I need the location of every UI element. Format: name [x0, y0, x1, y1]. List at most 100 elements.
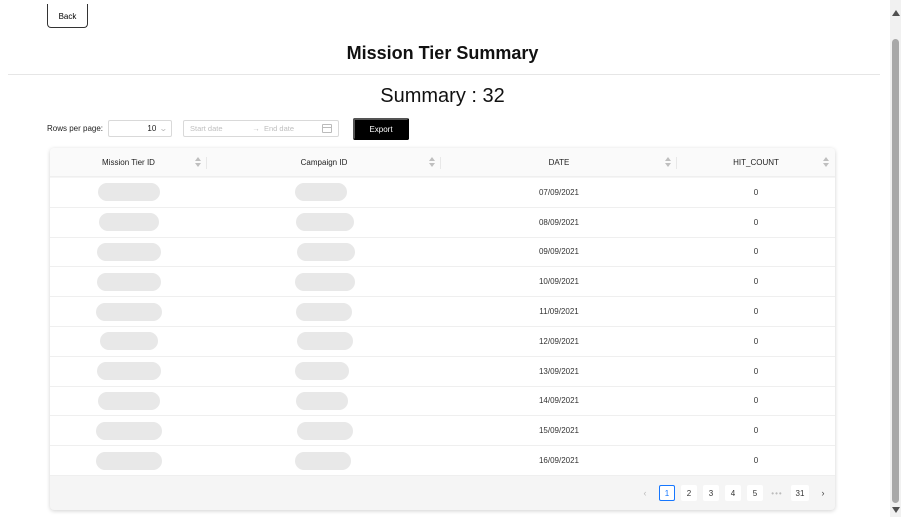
previous-page-button[interactable]: ‹	[637, 485, 653, 501]
table-row: 15/09/2021 0	[50, 416, 835, 447]
loading-placeholder	[295, 272, 355, 291]
loading-placeholder	[297, 332, 353, 351]
cell-campaign-id	[207, 267, 441, 296]
cell-campaign-id	[207, 357, 441, 386]
cell-hit-count: 0	[753, 217, 759, 227]
column-header-label: DATE	[548, 158, 570, 167]
cell-hit-count: 0	[753, 366, 759, 376]
column-header-date[interactable]: DATE	[441, 148, 677, 177]
start-date-input[interactable]: Start date	[190, 124, 248, 133]
column-header-label: Campaign ID	[300, 158, 348, 167]
pagination: ‹ 1 2 3 4 5 ••• 31 ›	[637, 485, 835, 501]
back-button[interactable]: Back	[47, 4, 88, 28]
loading-placeholder	[99, 332, 158, 351]
table-row: 13/09/2021 0	[50, 356, 835, 387]
title-divider	[8, 74, 880, 75]
page-button-5[interactable]: 5	[747, 485, 763, 501]
cell-hit-count: 0	[753, 336, 759, 346]
next-page-button[interactable]: ›	[815, 485, 831, 501]
table-row: 08/09/2021 0	[50, 207, 835, 238]
cell-hit-count: 0	[753, 396, 759, 406]
table-row: 07/09/2021 0	[50, 178, 835, 208]
cell-campaign-id	[207, 297, 441, 326]
cell-date: 13/09/2021	[538, 366, 580, 376]
column-header-campaign-id[interactable]: Campaign ID	[207, 148, 441, 177]
loading-placeholder	[295, 362, 349, 381]
cell-mission-tier-id	[50, 178, 207, 207]
cell-hit-count: 0	[753, 247, 759, 257]
cell-campaign-id	[207, 387, 441, 416]
summary-table: Mission Tier ID Campaign ID DATE HIT_COU…	[50, 148, 835, 510]
table-body: 07/09/2021 0 08/09/2021 0 09/09/2021 0 10/09/2…	[50, 178, 835, 476]
cell-date: 16/09/2021	[538, 456, 580, 466]
scrollbar-thumb[interactable]	[892, 39, 899, 503]
column-header-label: HIT_COUNT	[733, 158, 779, 167]
summary-count: Summary : 32	[380, 85, 505, 107]
table-row: 14/09/2021 0	[50, 386, 835, 417]
page-button-2[interactable]: 2	[681, 485, 697, 501]
loading-placeholder	[297, 421, 353, 440]
loading-placeholder	[296, 391, 348, 410]
cell-mission-tier-id	[50, 267, 207, 296]
end-date-input[interactable]: End date	[264, 124, 322, 133]
calendar-icon	[322, 124, 332, 133]
date-range-picker[interactable]: Start date → End date	[183, 120, 339, 137]
cell-hit-count: 0	[753, 426, 759, 436]
cell-mission-tier-id	[50, 297, 207, 326]
loading-placeholder	[296, 213, 354, 232]
sort-icon[interactable]	[823, 157, 829, 168]
loading-placeholder	[97, 391, 160, 410]
loading-placeholder	[97, 183, 160, 202]
rows-per-page-select[interactable]: 10 ⌄	[108, 120, 172, 137]
page-button-1[interactable]: 1	[659, 485, 675, 501]
cell-hit-count: 0	[753, 277, 759, 287]
sort-icon[interactable]	[195, 157, 201, 168]
table-row: 09/09/2021 0	[50, 237, 835, 268]
export-button[interactable]: Export	[353, 118, 409, 140]
loading-placeholder	[95, 302, 162, 321]
loading-placeholder	[295, 451, 351, 470]
chevron-down-icon: ⌄	[159, 124, 169, 133]
scroll-down-arrow-icon[interactable]	[892, 507, 900, 513]
page-button-last[interactable]: 31	[791, 485, 809, 501]
scroll-up-arrow-icon[interactable]	[892, 10, 900, 16]
column-header-hit-count[interactable]: HIT_COUNT	[677, 148, 835, 177]
page-button-4[interactable]: 4	[725, 485, 741, 501]
page-button-3[interactable]: 3	[703, 485, 719, 501]
cell-hit-count: 0	[753, 187, 759, 197]
cell-date: 14/09/2021	[538, 396, 580, 406]
column-header-mission-tier-id[interactable]: Mission Tier ID	[50, 148, 207, 177]
table-row: 10/09/2021 0	[50, 267, 835, 298]
cell-date: 09/09/2021	[538, 247, 580, 257]
loading-placeholder	[297, 242, 355, 261]
table-row: 16/09/2021 0	[50, 446, 835, 476]
table-row: 11/09/2021 0	[50, 297, 835, 327]
cell-mission-tier-id	[50, 446, 207, 475]
ellipsis-icon[interactable]: •••	[769, 485, 785, 501]
arrow-right-icon: →	[252, 124, 260, 133]
sort-icon[interactable]	[665, 157, 671, 168]
rows-per-page-label: Rows per page:	[47, 124, 104, 133]
cell-campaign-id	[207, 327, 441, 356]
cell-mission-tier-id	[50, 416, 207, 445]
loading-placeholder	[296, 302, 352, 321]
loading-placeholder	[95, 451, 162, 470]
sort-icon[interactable]	[429, 157, 435, 168]
cell-date: 12/09/2021	[538, 336, 580, 346]
vertical-scrollbar[interactable]	[890, 0, 901, 517]
column-header-label: Mission Tier ID	[102, 158, 155, 167]
loading-placeholder	[95, 421, 162, 440]
cell-date: 10/09/2021	[538, 277, 580, 287]
cell-mission-tier-id	[50, 357, 207, 386]
loading-placeholder	[96, 272, 161, 291]
cell-hit-count: 0	[753, 307, 759, 317]
cell-mission-tier-id	[50, 387, 207, 416]
rows-per-page-value: 10	[147, 124, 157, 133]
cell-mission-tier-id	[50, 327, 207, 356]
loading-placeholder	[96, 362, 161, 381]
cell-date: 08/09/2021	[538, 217, 580, 227]
cell-date: 07/09/2021	[538, 187, 580, 197]
cell-campaign-id	[207, 416, 441, 445]
cell-date: 11/09/2021	[539, 307, 579, 317]
cell-campaign-id	[207, 446, 441, 475]
